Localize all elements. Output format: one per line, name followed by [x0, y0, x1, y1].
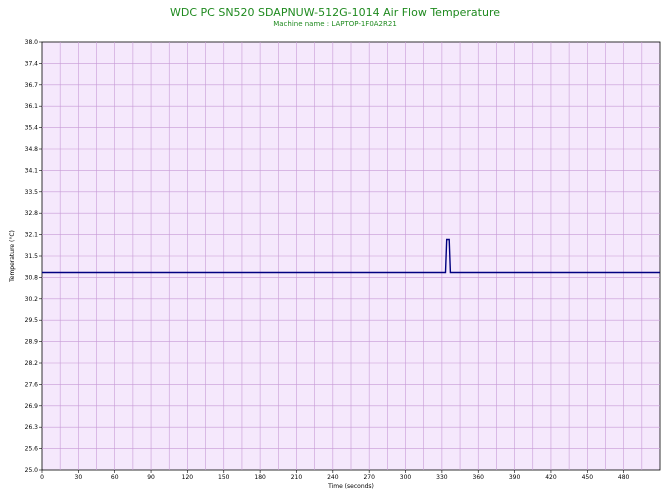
y-tick-label: 27.6 [25, 381, 39, 388]
y-tick-label: 29.5 [25, 317, 39, 324]
y-tick-label: 28.9 [25, 339, 39, 346]
x-tick-label: 420 [545, 474, 557, 481]
y-tick-label: 30.8 [25, 274, 39, 281]
y-tick-label: 25.6 [25, 446, 39, 453]
x-tick-label: 30 [75, 474, 83, 481]
x-tick-label: 210 [291, 474, 303, 481]
x-tick-label: 330 [436, 474, 448, 481]
y-tick-label: 31.5 [25, 253, 39, 260]
x-tick-label: 300 [400, 474, 412, 481]
y-tick-label: 34.8 [25, 146, 39, 153]
y-tick-label: 36.1 [25, 103, 39, 110]
x-tick-label: 120 [182, 474, 194, 481]
x-tick-label: 360 [473, 474, 485, 481]
x-tick-label: 240 [327, 474, 339, 481]
y-tick-label: 26.3 [25, 424, 39, 431]
x-tick-label: 90 [147, 474, 155, 481]
y-tick-label: 36.7 [25, 82, 39, 89]
x-tick-label: 480 [618, 474, 630, 481]
y-tick-label: 34.1 [25, 167, 39, 174]
y-tick-label: 35.4 [25, 125, 39, 132]
y-tick-label: 25.0 [25, 467, 39, 474]
x-tick-label: 450 [582, 474, 594, 481]
y-tick-label: 37.4 [25, 60, 39, 67]
y-tick-label: 32.8 [25, 210, 39, 217]
x-tick-label: 0 [40, 474, 44, 481]
x-tick-label: 180 [254, 474, 266, 481]
x-tick-label: 270 [363, 474, 375, 481]
y-tick-label: 38.0 [25, 39, 39, 46]
y-tick-label: 30.2 [25, 296, 39, 303]
y-tick-label: 32.1 [25, 232, 39, 239]
x-tick-label: 150 [218, 474, 230, 481]
y-axis-label: Temperature (°C) [9, 230, 16, 283]
y-tick-label: 33.5 [25, 189, 39, 196]
x-tick-label: 390 [509, 474, 521, 481]
y-tick-label: 26.9 [25, 403, 39, 410]
x-tick-label: 60 [111, 474, 119, 481]
y-tick-label: 28.2 [25, 360, 39, 367]
x-axis-label: Time (seconds) [327, 483, 374, 490]
temperature-chart: 25.0 25.6 26.3 26.9 27.6 28.2 28.9 29.5 30.2 30.8… [9, 39, 661, 490]
